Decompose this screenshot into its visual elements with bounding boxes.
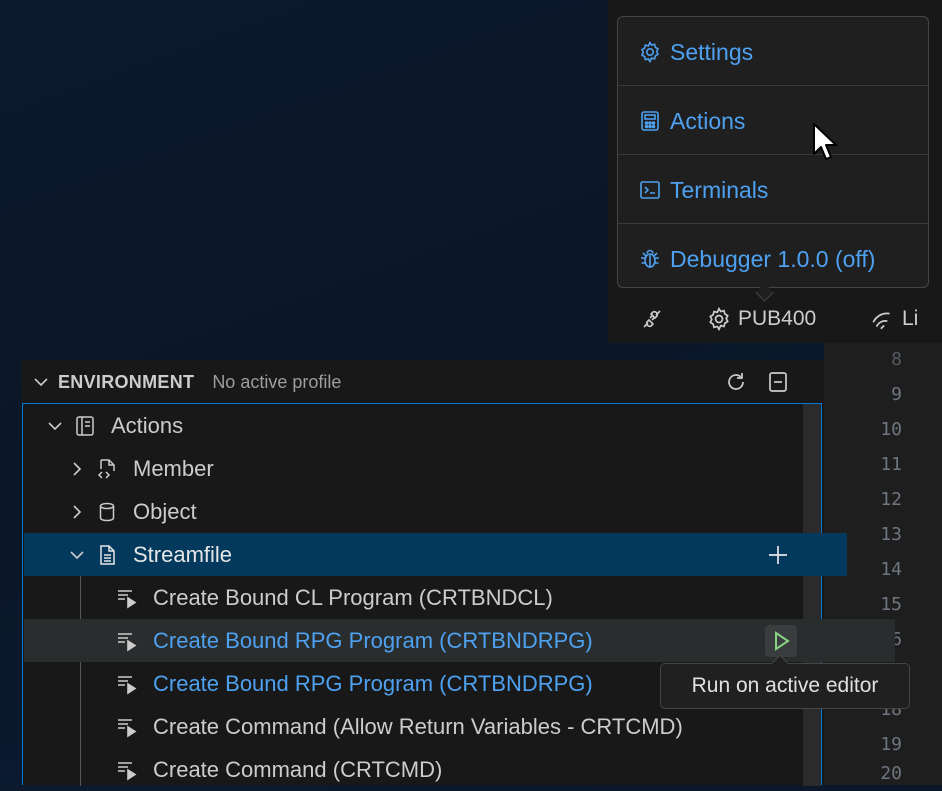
tree-item-label: Streamfile [133, 541, 233, 567]
tree-item-label: Actions [111, 412, 184, 438]
line-number: 12 [880, 489, 902, 510]
run-action-icon [115, 629, 139, 653]
tree-item-action[interactable]: Create Bound CL Program (CRTBNDCL) [24, 576, 895, 619]
tooltip-text: Run on active editor [691, 674, 879, 697]
menu-item-settings[interactable]: Settings [618, 17, 928, 87]
refresh-icon[interactable] [724, 370, 748, 394]
gear-icon [638, 40, 662, 64]
status-bar: PUB400 Li [608, 298, 942, 340]
menu-item-terminals[interactable]: Terminals [618, 155, 928, 225]
environment-panel: ENVIRONMENT No active profile Actions Me… [22, 360, 895, 786]
menu-item-label: Debugger 1.0.0 (off) [670, 245, 876, 272]
terminal-icon [638, 178, 662, 202]
menu-item-label: Actions [670, 107, 746, 134]
tree-item-label: Create Bound RPG Program (CRTBNDRPG) [153, 670, 593, 696]
status-partial-item[interactable]: Li [870, 306, 918, 332]
menu-item-actions[interactable]: Actions [618, 86, 928, 156]
panel-title: ENVIRONMENT [58, 371, 195, 392]
tree-item-object[interactable]: Object [24, 490, 847, 533]
mouse-pointer-icon [812, 122, 840, 169]
status-hover-menu: Settings Actions Terminals Debugger 1.0.… [617, 16, 929, 288]
chevron-right-icon [67, 503, 87, 521]
remote-connect-icon[interactable] [640, 307, 670, 331]
tree-item-action[interactable]: Create Bound RPG Program (CRTBNDRPG) [24, 619, 895, 662]
menu-item-label: Settings [670, 38, 754, 65]
tree-item-label: Create Bound CL Program (CRTBNDCL) [153, 584, 553, 610]
panel-header[interactable]: ENVIRONMENT No active profile [22, 360, 824, 404]
tree-item-label: Object [133, 498, 197, 524]
status-connection-label: PUB400 [738, 307, 817, 330]
run-action-icon [115, 672, 139, 696]
broadcast-icon [872, 312, 890, 330]
chevron-down-icon[interactable] [32, 373, 50, 391]
add-icon[interactable] [766, 543, 790, 567]
collapse-all-icon[interactable] [766, 370, 790, 394]
actions-icon [638, 109, 662, 133]
tree-item-actions[interactable]: Actions [24, 404, 825, 447]
line-number: 11 [880, 454, 902, 475]
play-icon [775, 631, 790, 651]
run-action-icon [115, 715, 139, 739]
tree-item-streamfile[interactable]: Streamfile [24, 533, 847, 576]
line-number: 13 [880, 524, 902, 545]
book-icon [73, 414, 97, 438]
bug-icon [638, 247, 662, 271]
run-action-icon [115, 758, 139, 782]
tree-item-label: Create Bound RPG Program (CRTBNDRPG) [153, 627, 593, 653]
chevron-down-icon [67, 546, 87, 564]
tree-item-label: Create Command (Allow Return Variables -… [153, 713, 683, 739]
chevron-down-icon [45, 417, 65, 435]
status-connection-item[interactable]: PUB400 [706, 306, 816, 332]
tree-item-action[interactable]: Create Command (Allow Return Variables -… [24, 705, 895, 748]
database-icon [95, 500, 119, 524]
tree-item-member[interactable]: Member [24, 447, 847, 490]
line-number: 10 [880, 419, 902, 440]
menu-item-label: Terminals [670, 176, 769, 203]
line-number: 9 [891, 384, 902, 405]
line-number: 8 [891, 349, 902, 370]
environment-tree: Actions Member Object Streamfile Create … [22, 403, 895, 786]
menu-item-debugger[interactable]: Debugger 1.0.0 (off) [618, 224, 928, 294]
panel-subtitle: No active profile [212, 371, 342, 392]
gear-icon [709, 306, 729, 332]
tree-item-label: Member [133, 455, 214, 481]
run-tooltip: Run on active editor [660, 663, 910, 709]
status-partial-label: Li [902, 307, 919, 330]
file-text-icon [95, 543, 119, 567]
file-code-icon [95, 457, 119, 481]
run-button[interactable] [765, 625, 797, 657]
chevron-right-icon [67, 460, 87, 478]
run-action-icon [115, 586, 139, 610]
tree-item-label: Create Command (CRTCMD) [153, 756, 443, 782]
